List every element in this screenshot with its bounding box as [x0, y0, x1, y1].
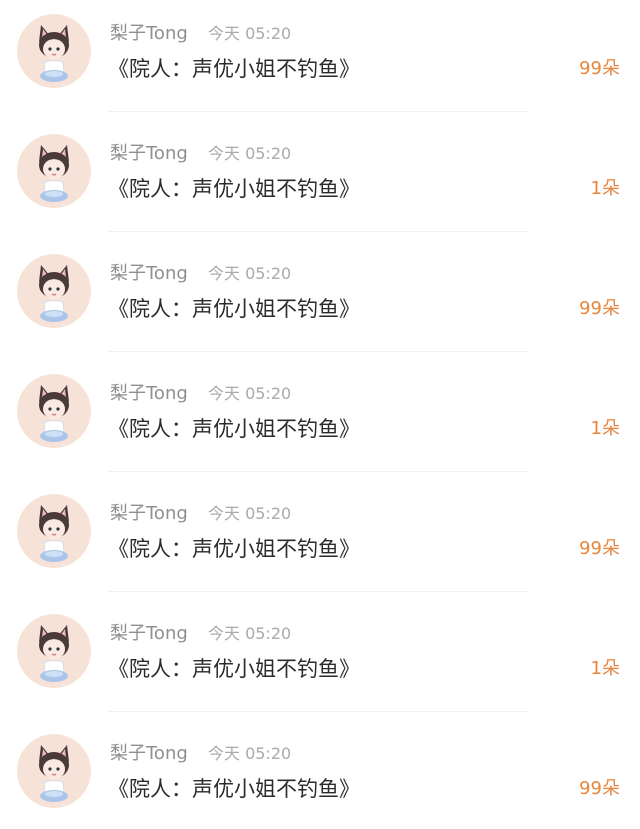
comment-row[interactable]: 梨子Tong 今天 05:20 《院人：声优小姐不钓鱼》 1朵	[0, 360, 640, 480]
row-divider	[108, 231, 528, 232]
username[interactable]: 梨子Tong	[110, 742, 188, 766]
timestamp: 今天 05:20	[208, 744, 292, 763]
flower-count: 99朵	[579, 298, 620, 319]
comment-row[interactable]: 梨子Tong 今天 05:20 《院人：声优小姐不钓鱼》 99朵	[0, 240, 640, 360]
avatar-icon[interactable]	[17, 734, 91, 808]
timestamp: 今天 05:20	[208, 24, 292, 43]
comment-row[interactable]: 梨子Tong 今天 05:20 《院人：声优小姐不钓鱼》 1朵	[0, 120, 640, 240]
username[interactable]: 梨子Tong	[110, 622, 188, 646]
comment-text: 《院人：声优小姐不钓鱼》	[108, 777, 360, 801]
timestamp: 今天 05:20	[208, 384, 292, 403]
row-divider	[108, 351, 528, 352]
comment-row[interactable]: 梨子Tong 今天 05:20 《院人：声优小姐不钓鱼》 99朵	[0, 720, 640, 829]
comment-text: 《院人：声优小姐不钓鱼》	[108, 57, 360, 81]
username[interactable]: 梨子Tong	[110, 262, 188, 286]
row-divider	[108, 111, 528, 112]
timestamp: 今天 05:20	[208, 264, 292, 283]
username[interactable]: 梨子Tong	[110, 382, 188, 406]
avatar-icon[interactable]	[17, 374, 91, 448]
flower-count: 99朵	[579, 778, 620, 799]
comment-row[interactable]: 梨子Tong 今天 05:20 《院人：声优小姐不钓鱼》 1朵	[0, 600, 640, 720]
avatar-icon[interactable]	[17, 14, 91, 88]
comment-list: 梨子Tong 今天 05:20 《院人：声优小姐不钓鱼》 99朵 梨子Tong …	[0, 0, 640, 829]
username[interactable]: 梨子Tong	[110, 502, 188, 526]
username[interactable]: 梨子Tong	[110, 22, 188, 46]
comment-row[interactable]: 梨子Tong 今天 05:20 《院人：声优小姐不钓鱼》 99朵	[0, 480, 640, 600]
row-divider	[108, 471, 528, 472]
avatar-icon[interactable]	[17, 614, 91, 688]
timestamp: 今天 05:20	[208, 624, 292, 643]
comment-text: 《院人：声优小姐不钓鱼》	[108, 297, 360, 321]
comment-row[interactable]: 梨子Tong 今天 05:20 《院人：声优小姐不钓鱼》 99朵	[0, 0, 640, 120]
timestamp: 今天 05:20	[208, 144, 292, 163]
flower-count: 1朵	[590, 418, 620, 439]
flower-count: 99朵	[579, 58, 620, 79]
comment-text: 《院人：声优小姐不钓鱼》	[108, 537, 360, 561]
avatar-icon[interactable]	[17, 494, 91, 568]
row-divider	[108, 711, 528, 712]
flower-count: 1朵	[590, 178, 620, 199]
row-divider	[108, 591, 528, 592]
comment-text: 《院人：声优小姐不钓鱼》	[108, 417, 360, 441]
comment-text: 《院人：声优小姐不钓鱼》	[108, 177, 360, 201]
flower-count: 99朵	[579, 538, 620, 559]
timestamp: 今天 05:20	[208, 504, 292, 523]
comment-text: 《院人：声优小姐不钓鱼》	[108, 657, 360, 681]
username[interactable]: 梨子Tong	[110, 142, 188, 166]
avatar-icon[interactable]	[17, 134, 91, 208]
flower-count: 1朵	[590, 658, 620, 679]
avatar-icon[interactable]	[17, 254, 91, 328]
